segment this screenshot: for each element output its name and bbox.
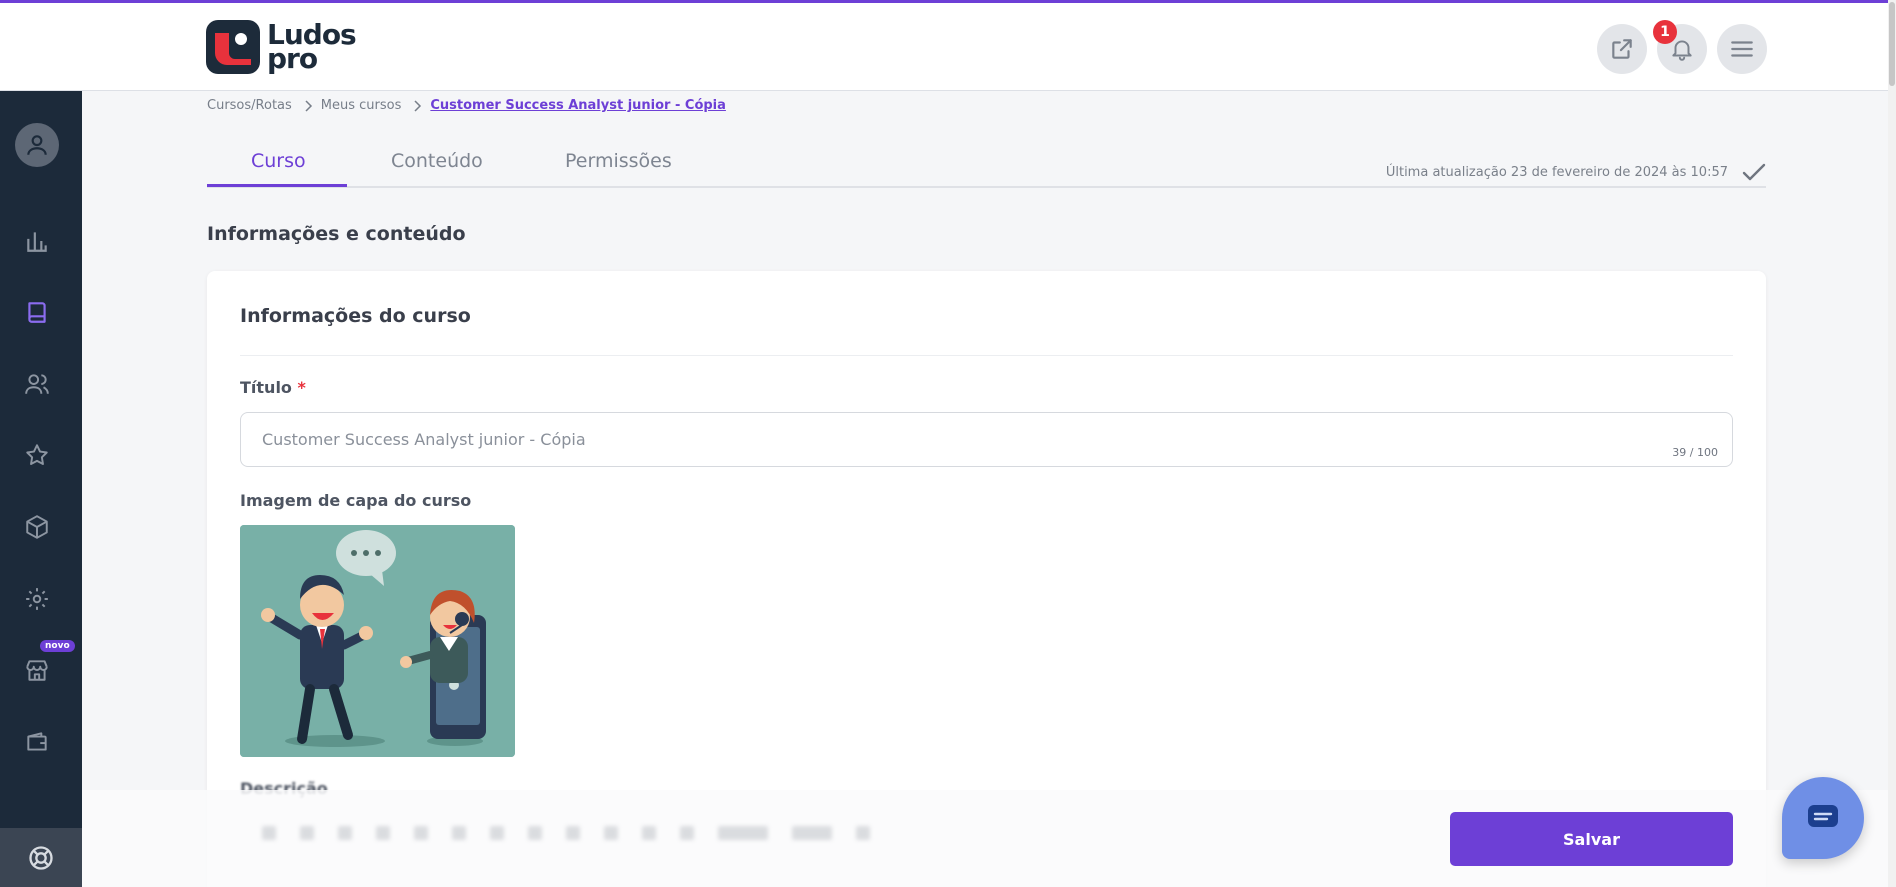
- title-field-label: Título *: [240, 378, 306, 397]
- novo-badge: novo: [40, 640, 75, 652]
- external-link-icon: [1612, 39, 1632, 59]
- breadcrumb-current-course[interactable]: Customer Success Analyst junior - Cópia: [430, 98, 726, 113]
- tab-permissoes[interactable]: Permissões: [565, 150, 672, 172]
- active-tab-indicator: [207, 184, 347, 187]
- ludos-pro-logo[interactable]: Ludos pro: [205, 19, 357, 75]
- help-lifebuoy-icon: [29, 845, 53, 870]
- user-avatar[interactable]: [15, 123, 59, 167]
- chat-support-button[interactable]: [1782, 777, 1864, 859]
- italic-icon: [300, 826, 314, 840]
- notification-count-badge: 1: [1653, 20, 1677, 44]
- course-title-input[interactable]: Customer Success Analyst junior - Cópia …: [240, 412, 1733, 467]
- ordered-list-icon: [604, 826, 618, 840]
- page-scrollbar[interactable]: [1888, 0, 1896, 887]
- sidebar-item-favorites[interactable]: [21, 439, 53, 471]
- logo-text: Ludos pro: [267, 21, 357, 73]
- sidebar-item-help[interactable]: [0, 828, 82, 887]
- left-sidebar: novo: [0, 91, 82, 887]
- align-right-icon: [528, 826, 542, 840]
- checkmark-icon: [1742, 163, 1766, 181]
- sidebar-item-reports[interactable]: [21, 225, 53, 257]
- sidebar-item-settings[interactable]: [21, 583, 53, 615]
- align-center-icon: [490, 826, 504, 840]
- chat-bubble-icon: [1808, 805, 1838, 827]
- breadcrumb-meus-cursos[interactable]: Meus cursos: [321, 98, 402, 113]
- title-label-text: Título: [240, 378, 292, 397]
- course-title-value: Customer Success Analyst junior - Cópia: [262, 430, 586, 449]
- gear-icon: [26, 588, 48, 610]
- store-icon: [26, 660, 48, 681]
- font-family-icon: [718, 826, 768, 840]
- bar-chart-icon: [27, 232, 47, 252]
- cover-image-label: Imagem de capa do curso: [240, 491, 472, 510]
- highlight-icon: [680, 826, 694, 840]
- notifications-button[interactable]: 1: [1653, 20, 1707, 74]
- chevron-right-icon: [414, 99, 422, 112]
- divider: [240, 355, 1733, 356]
- external-link-button[interactable]: [1597, 24, 1647, 74]
- course-tabs: Curso Conteúdo Permissões Última atualiz…: [207, 140, 1766, 188]
- ludos-logo-mark-icon: [206, 20, 260, 74]
- tab-conteudo[interactable]: Conteúdo: [391, 150, 483, 172]
- star-icon: [26, 444, 48, 465]
- scrollbar-thumb[interactable]: [1889, 2, 1895, 86]
- sidebar-item-courses[interactable]: [21, 296, 53, 328]
- save-button[interactable]: Salvar: [1450, 812, 1733, 866]
- box-icon: [26, 515, 48, 539]
- chevron-right-icon: [305, 99, 312, 112]
- sidebar-item-products[interactable]: [21, 511, 53, 543]
- course-cover-image[interactable]: [240, 525, 515, 757]
- sidebar-item-store[interactable]: [21, 654, 53, 686]
- link-icon: [856, 826, 870, 840]
- breadcrumb: Cursos/Rotas Meus cursos Customer Succes…: [207, 98, 726, 113]
- top-header: Ludos pro 1: [0, 3, 1896, 91]
- sidebar-item-users[interactable]: [21, 368, 53, 400]
- section-title: Informações e conteúdo: [207, 223, 466, 245]
- cover-illustration: [240, 525, 515, 757]
- breadcrumb-cursos-rotas[interactable]: Cursos/Rotas: [207, 98, 292, 113]
- hamburger-menu-icon: [1731, 41, 1753, 57]
- align-left-icon: [452, 826, 466, 840]
- main-menu-button[interactable]: [1717, 24, 1767, 74]
- editor-toolbar: [262, 816, 1162, 850]
- paint-icon: [414, 826, 428, 840]
- strikethrough-icon: [376, 826, 390, 840]
- wallet-icon: [27, 732, 47, 751]
- users-icon: [25, 374, 49, 394]
- tab-curso[interactable]: Curso: [251, 150, 306, 172]
- book-icon: [28, 302, 46, 323]
- card-title: Informações do curso: [240, 305, 471, 327]
- underline-icon: [338, 826, 352, 840]
- font-color-icon: [642, 826, 656, 840]
- character-counter: 39 / 100: [1672, 446, 1718, 459]
- user-avatar-icon: [27, 135, 47, 155]
- bold-icon: [262, 826, 276, 840]
- sidebar-item-wallet[interactable]: [21, 726, 53, 758]
- required-asterisk: *: [297, 378, 306, 397]
- last-updated-status: Última atualização 23 de fevereiro de 20…: [1386, 162, 1766, 182]
- last-updated-text: Última atualização 23 de fevereiro de 20…: [1385, 164, 1728, 180]
- list-icon: [566, 826, 580, 840]
- font-size-icon: [792, 826, 832, 840]
